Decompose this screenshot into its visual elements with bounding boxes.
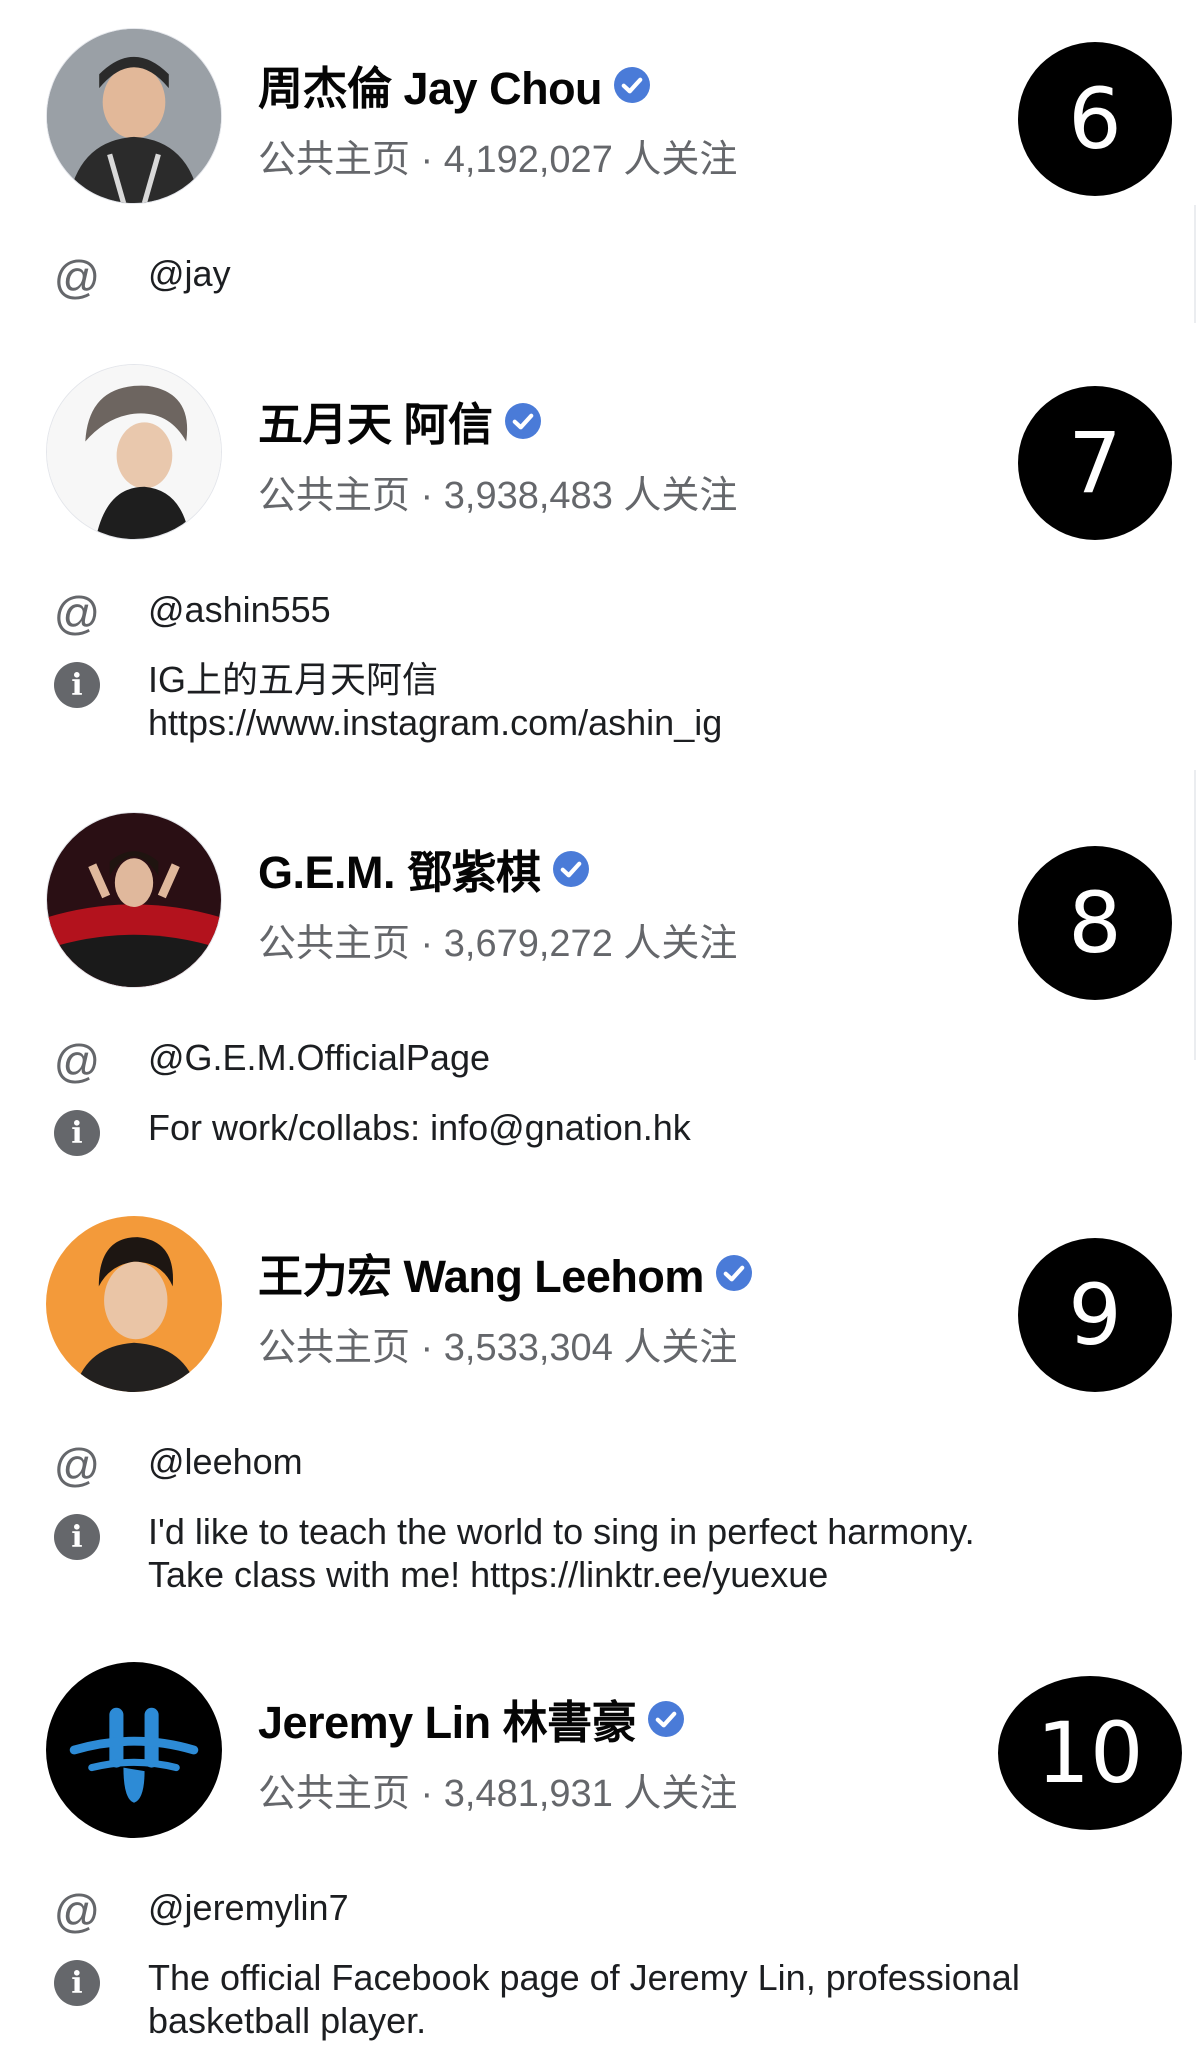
- avatar[interactable]: [46, 364, 222, 540]
- rank-badge: 9: [1018, 1238, 1172, 1392]
- info-line: Take class with me! https://linktr.ee/yu…: [148, 1554, 829, 1595]
- page-meta: 公共主页 · 3,938,483 人关注: [258, 475, 738, 517]
- page-meta: 公共主页 · 3,679,272 人关注: [258, 923, 738, 965]
- avatar[interactable]: [46, 28, 222, 204]
- verified-badge-icon: [614, 66, 651, 103]
- info-text: The official Facebook page of Jeremy Lin…: [148, 1956, 1020, 2042]
- info-row: i For work/collabs: info@gnation.hk: [52, 1106, 691, 1156]
- info-row: i I'd like to teach the world to sing in…: [52, 1510, 975, 1595]
- info-icon: i: [54, 1514, 100, 1560]
- handle-text: @G.E.M.OfficialPage: [148, 1037, 490, 1078]
- info-icon: i: [54, 1110, 100, 1156]
- at-icon: @: [53, 1439, 101, 1491]
- info-icon: i: [54, 662, 100, 708]
- rank-badge: 10: [998, 1676, 1182, 1830]
- page-meta: 公共主页 · 3,481,931 人关注: [258, 1773, 738, 1815]
- avatar[interactable]: [46, 812, 222, 988]
- info-line: For work/collabs: info@gnation.hk: [148, 1107, 691, 1148]
- info-line: basketball player.: [148, 2000, 427, 2041]
- at-icon: @: [53, 587, 101, 639]
- info-link[interactable]: https://www.instagram.com/ashin_ig: [148, 701, 722, 744]
- verified-badge-icon: [648, 1700, 685, 1737]
- info-icon: i: [54, 1960, 100, 2006]
- info-line: IG上的五月天阿信: [148, 659, 439, 700]
- handle-row: @ @ashin555: [52, 587, 331, 639]
- page-meta: 公共主页 · 4,192,027 人关注: [258, 139, 738, 181]
- info-line: I'd like to teach the world to sing in p…: [148, 1511, 975, 1552]
- rank-badge: 8: [1018, 846, 1172, 1000]
- verified-badge-icon: [715, 1254, 752, 1291]
- handle-row: @ @leehom: [52, 1439, 303, 1491]
- verified-badge-icon: [552, 850, 589, 887]
- handle-row: @ @jeremylin7: [52, 1885, 349, 1937]
- at-icon: @: [53, 1035, 101, 1087]
- handle-row: @ @jay: [52, 251, 231, 303]
- info-row: i IG上的五月天阿信 https://www.instagram.com/as…: [52, 658, 722, 743]
- divider: [1194, 770, 1196, 1060]
- handle-text: @ashin555: [148, 589, 331, 630]
- info-text: IG上的五月天阿信 https://www.instagram.com/ashi…: [148, 658, 722, 744]
- info-row: i The official Facebook page of Jeremy L…: [52, 1956, 1020, 2041]
- info-text: I'd like to teach the world to sing in p…: [148, 1510, 975, 1596]
- at-icon: @: [53, 251, 101, 303]
- page-name[interactable]: G.E.M. 鄧紫棋: [258, 836, 589, 901]
- page-name[interactable]: 王力宏 Wang Leehom: [258, 1240, 752, 1305]
- info-line: The official Facebook page of Jeremy Lin…: [148, 1957, 1020, 1998]
- page-name[interactable]: 五月天 阿信: [258, 388, 541, 453]
- handle-text: @jeremylin7: [148, 1887, 349, 1928]
- handle-text: @jay: [148, 253, 231, 294]
- page-meta: 公共主页 · 3,533,304 人关注: [258, 1327, 738, 1369]
- avatar[interactable]: [46, 1662, 222, 1838]
- verified-badge-icon: [504, 402, 541, 439]
- rank-badge: 7: [1018, 386, 1172, 540]
- avatar[interactable]: [46, 1216, 222, 1392]
- page-name[interactable]: 周杰倫 Jay Chou: [258, 52, 651, 117]
- rank-badge: 6: [1018, 42, 1172, 196]
- at-icon: @: [53, 1885, 101, 1937]
- handle-row: @ @G.E.M.OfficialPage: [52, 1035, 490, 1087]
- page-name[interactable]: Jeremy Lin 林書豪: [258, 1686, 685, 1751]
- handle-text: @leehom: [148, 1441, 303, 1482]
- divider: [1194, 205, 1196, 323]
- info-text: For work/collabs: info@gnation.hk: [148, 1106, 691, 1149]
